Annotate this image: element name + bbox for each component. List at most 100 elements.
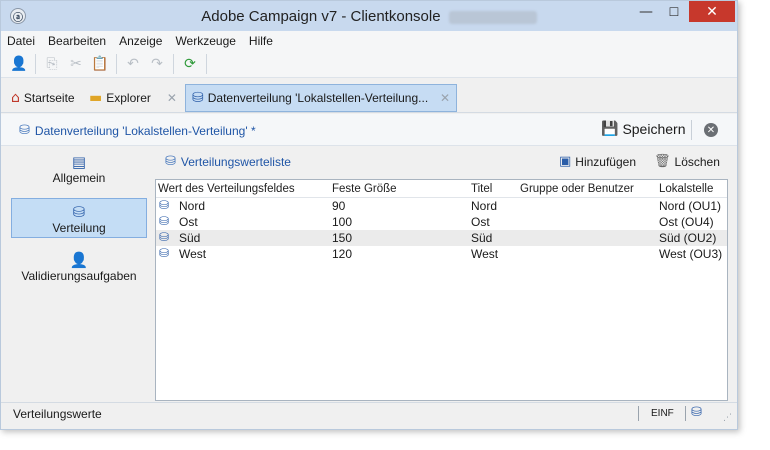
table-row[interactable]: ⛁ West 120 West West (OU3) [156, 246, 727, 262]
status-bar: Verteilungswerte EINF ⛁ ⋰ [1, 402, 737, 424]
tab-datenverteilung[interactable]: ⛁ Datenverteilung 'Lokalstellen-Verteilu… [185, 84, 457, 112]
tab-explorer[interactable]: ▬ Explorer ✕ [89, 84, 184, 112]
toolbar-separator [116, 53, 117, 74]
insert-mode-indicator: EINF [651, 408, 674, 419]
menu-anzeige[interactable]: Anzeige [119, 34, 162, 48]
minimize-button[interactable]: — [633, 1, 659, 22]
cell-titel: West [471, 247, 499, 261]
cell-feste-groesse: 100 [332, 215, 353, 229]
user-task-icon: 👤 [69, 251, 89, 269]
redacted-login [448, 10, 537, 24]
trash-icon: 🗑 [654, 154, 671, 169]
menu-bearbeiten[interactable]: Bearbeiten [48, 34, 106, 48]
database-icon: ⛁ [19, 123, 30, 138]
add-icon: ▣ [559, 154, 572, 169]
redo-icon[interactable]: ↷ [147, 54, 167, 74]
status-text: Verteilungswerte [13, 407, 102, 421]
database-user-icon: ⛁ [159, 230, 170, 244]
add-button[interactable]: ▣ Hinzufügen [559, 154, 636, 169]
tab-datenverteilung-label: Datenverteilung 'Lokalstellen-Verteilung… [207, 91, 429, 105]
resize-grip-icon[interactable]: ⋰ [723, 413, 732, 423]
cell-titel: Nord [471, 199, 498, 213]
left-navigation: ▤ Allgemein ⛁ Verteilung 👤 Validierungsa… [9, 147, 149, 401]
close-document-icon[interactable]: ✕ [704, 123, 718, 137]
cell-titel: Ost [471, 215, 490, 229]
save-button[interactable]: 💾 Speichern [601, 121, 685, 137]
list-toolbar: ⛁ Verteilungswerteliste ▣ Hinzufügen 🗑 L… [155, 147, 730, 177]
database-icon: ⛁ [165, 154, 176, 169]
tab-startseite-label: Startseite [23, 91, 75, 105]
menu-werkzeuge[interactable]: Werkzeuge [175, 34, 235, 48]
add-label: Hinzufügen [575, 154, 637, 169]
nav-item-validierungsaufgaben[interactable]: 👤 Validierungsaufgaben [11, 247, 147, 291]
toolbar-separator [206, 53, 207, 74]
database-user-icon: ⛁ [159, 214, 170, 228]
document-header: ⛁ Datenverteilung 'Lokalstellen-Verteilu… [1, 114, 737, 146]
copy-icon[interactable]: ⎘ [42, 54, 62, 74]
tab-datenverteilung-close-icon[interactable]: ✕ [440, 91, 450, 105]
delete-label: Löschen [674, 154, 720, 169]
tab-explorer-close-icon[interactable]: ✕ [167, 91, 177, 105]
nav-item-allgemein[interactable]: ▤ Allgemein [11, 149, 147, 193]
clipboard-icon: ▤ [71, 153, 87, 171]
table-row[interactable]: ⛁ Süd 150 Süd Süd (OU2) [156, 230, 727, 246]
tab-explorer-label: Explorer [106, 91, 151, 105]
column-header-titel[interactable]: Titel [471, 183, 492, 195]
cell-feste-groesse: 120 [332, 247, 353, 261]
title-bar[interactable]: ⓐ Adobe Campaign v7 - Clientkonsole — ☐ … [1, 1, 737, 31]
database-status-icon: ⛁ [691, 405, 702, 420]
maximize-button[interactable]: ☐ [661, 1, 687, 22]
cut-icon[interactable]: ✂ [66, 54, 86, 74]
status-separator [685, 406, 686, 421]
nav-item-verteilung[interactable]: ⛁ Verteilung [11, 198, 147, 238]
table-row[interactable]: ⛁ Ost 100 Ost Ost (OU4) [156, 214, 727, 230]
cell-lokalstelle: Ost (OU4) [659, 215, 714, 229]
cell-wert: Süd [179, 231, 201, 245]
database-icon: ⛁ [72, 203, 86, 221]
paste-icon[interactable]: 📋 [90, 54, 110, 74]
app-window: ⓐ Adobe Campaign v7 - Clientkonsole — ☐ … [0, 0, 738, 430]
folder-icon: ▬ [89, 90, 103, 106]
close-window-button[interactable]: ✕ [689, 1, 735, 22]
home-icon: ⌂ [11, 90, 20, 106]
new-user-icon[interactable]: 👤 [9, 54, 29, 74]
status-separator [638, 406, 639, 421]
document-title-text: Datenverteilung 'Lokalstellen-Verteilung… [34, 123, 256, 138]
header-separator [691, 120, 692, 140]
cell-feste-groesse: 90 [332, 199, 346, 213]
save-label: Speichern [622, 121, 686, 137]
delete-button[interactable]: 🗑 Löschen [654, 154, 720, 169]
column-header-lokalstelle[interactable]: Lokalstelle [659, 183, 713, 195]
column-header-gruppe[interactable]: Gruppe oder Benutzer [520, 183, 634, 195]
column-header-wert[interactable]: Wert des Verteilungsfeldes [158, 183, 295, 195]
nav-item-label: Allgemein [52, 171, 106, 185]
toolbar: 👤 ⎘ ✂ 📋 ↶ ↷ ⟳ [1, 50, 737, 78]
cell-wert: Ost [179, 215, 198, 229]
nav-item-label: Verteilung [52, 221, 106, 235]
cell-wert: Nord [179, 199, 206, 213]
cell-wert: West [179, 247, 207, 261]
window-title: Adobe Campaign v7 - Clientkonsole [1, 8, 737, 25]
menu-datei[interactable]: Datei [7, 34, 35, 48]
refresh-icon[interactable]: ⟳ [180, 54, 200, 74]
list-title: ⛁ Verteilungswerteliste [165, 154, 291, 169]
cell-titel: Süd [471, 231, 493, 245]
nav-item-label: Validierungsaufgaben [21, 269, 137, 283]
document-title: ⛁ Datenverteilung 'Lokalstellen-Verteilu… [19, 123, 256, 138]
list-title-text: Verteilungswerteliste [180, 154, 291, 169]
database-icon: ⛁ [192, 90, 204, 106]
toolbar-separator [35, 53, 36, 74]
cell-feste-groesse: 150 [332, 231, 353, 245]
undo-icon[interactable]: ↶ [123, 54, 143, 74]
table-header: Wert des Verteilungsfeldes Feste Größe T… [156, 180, 727, 198]
menu-bar: Datei Bearbeiten Anzeige Werkzeuge Hilfe [1, 31, 737, 50]
database-user-icon: ⛁ [159, 246, 170, 260]
cell-lokalstelle: Nord (OU1) [659, 199, 722, 213]
cell-lokalstelle: Süd (OU2) [659, 231, 717, 245]
table-row[interactable]: ⛁ Nord 90 Nord Nord (OU1) [156, 198, 727, 214]
save-icon: 💾 [601, 121, 619, 137]
menu-hilfe[interactable]: Hilfe [249, 34, 273, 48]
main-panel: ⛁ Verteilungswerteliste ▣ Hinzufügen 🗑 L… [155, 147, 730, 401]
column-header-feste-groesse[interactable]: Feste Größe [332, 183, 397, 195]
tab-startseite[interactable]: ⌂ Startseite [11, 84, 75, 112]
